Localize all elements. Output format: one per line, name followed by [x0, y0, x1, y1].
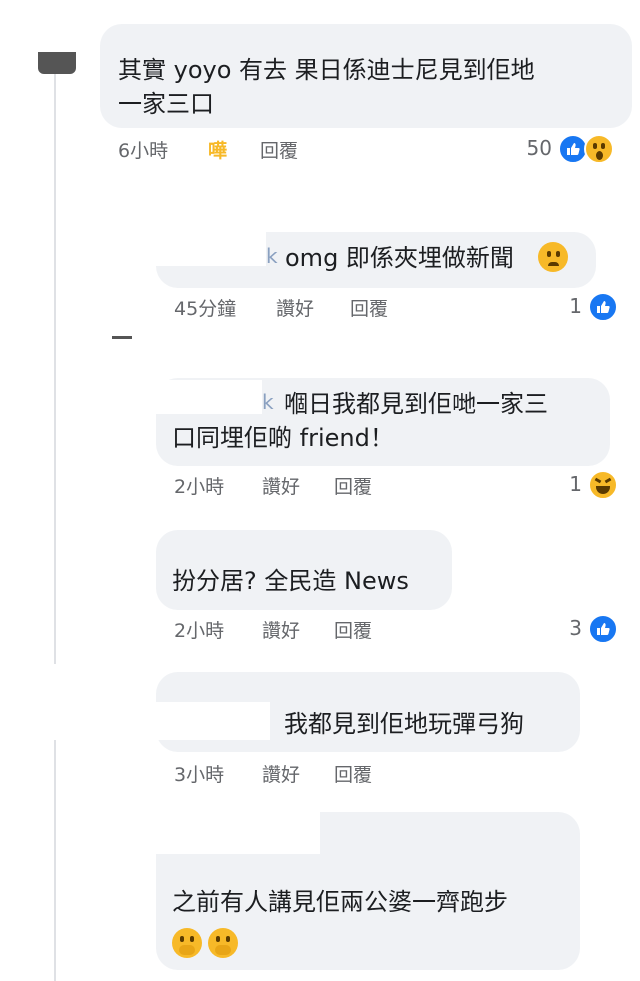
laughing-emoji-icon — [588, 470, 618, 500]
redacted-name — [92, 380, 262, 414]
comment-text: 其實 yoyo 有去 果日係迪士尼見到佢地 — [118, 56, 535, 84]
frowning-emoji-icon — [538, 242, 568, 272]
redacted-name — [104, 232, 266, 266]
comment-meta: 3小時 讚好 回覆 — [174, 760, 474, 790]
reply-button[interactable]: 回覆 — [350, 294, 388, 321]
timestamp[interactable]: 2小時 — [174, 616, 224, 643]
reaction-count[interactable]: 1 — [548, 472, 582, 496]
timestamp[interactable]: 2小時 — [174, 472, 224, 499]
redacted-name — [66, 812, 320, 854]
author-name-fragment[interactable]: k — [262, 384, 274, 420]
comment-text: 扮分居? 全民造 News — [172, 567, 409, 595]
avatar[interactable] — [112, 336, 132, 339]
comment-text: 嗰日我都見到佢哋一家三 — [284, 390, 548, 418]
thread-line — [54, 70, 56, 981]
timestamp[interactable]: 6小時 — [118, 136, 168, 163]
comment-meta: 2小時 讚好 回覆 — [174, 616, 474, 646]
redacted-name — [64, 186, 318, 228]
reply-button[interactable]: 回覆 — [334, 616, 372, 643]
avatar[interactable] — [38, 52, 76, 74]
like-button[interactable]: 讚好 — [262, 760, 300, 787]
reaction-label[interactable]: 嘩 — [208, 136, 227, 163]
like-button[interactable]: 讚好 — [262, 472, 300, 499]
comment-meta: 2小時 讚好 回覆 — [174, 472, 474, 502]
reply-button[interactable]: 回覆 — [334, 760, 372, 787]
like-icon — [588, 292, 618, 322]
wow-emoji-icon — [584, 134, 614, 164]
timestamp[interactable]: 45分鐘 — [174, 294, 236, 321]
redacted-name — [86, 340, 340, 380]
comment-text: 口同埋佢啲 friend！ — [172, 424, 394, 452]
comment-text: 之前有人講見佢兩公婆一齊跑步 — [172, 888, 508, 916]
comment-text: 一家三口 — [118, 90, 214, 118]
comment-text: omg 即係夾埋做新聞 — [285, 244, 514, 272]
like-icon — [588, 614, 618, 644]
reaction-count[interactable]: 50 — [512, 136, 552, 160]
like-button[interactable]: 讚好 — [276, 294, 314, 321]
reaction-count[interactable]: 1 — [548, 294, 582, 318]
hand-over-mouth-emoji-icon — [172, 928, 202, 958]
timestamp[interactable]: 3小時 — [174, 760, 224, 787]
reply-button[interactable]: 回覆 — [260, 136, 298, 163]
author-name-fragment[interactable]: k — [266, 238, 278, 274]
hand-over-mouth-emoji-icon — [208, 928, 238, 958]
comment-text: 我都見到佢地玩彈弓狗 — [284, 710, 524, 738]
comment-meta: 6小時 嘩 回覆 — [118, 136, 418, 166]
reply-button[interactable]: 回覆 — [334, 472, 372, 499]
reaction-count[interactable]: 3 — [548, 616, 582, 640]
like-button[interactable]: 讚好 — [262, 616, 300, 643]
comment-meta: 45分鐘 讚好 回覆 — [174, 294, 474, 324]
redacted-name — [16, 702, 270, 740]
